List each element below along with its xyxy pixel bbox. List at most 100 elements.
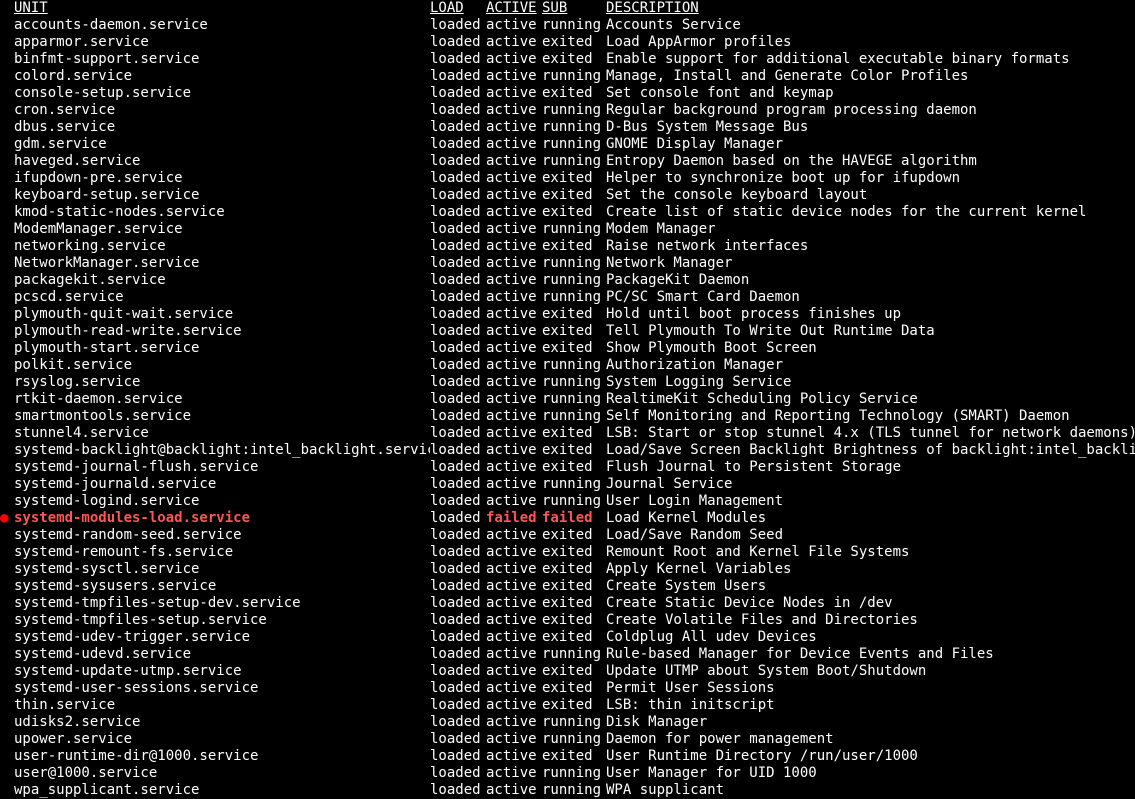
sub-state: exited bbox=[542, 629, 606, 646]
unit-name: console-setup.service bbox=[14, 85, 430, 102]
unit-name: gdm.service bbox=[14, 136, 430, 153]
unit-name: colord.service bbox=[14, 68, 430, 85]
load-state: loaded bbox=[430, 51, 486, 68]
description-text: LSB: thin initscript bbox=[606, 697, 1135, 714]
description-text: Load AppArmor profiles bbox=[606, 34, 1135, 51]
load-state: loaded bbox=[430, 714, 486, 731]
sub-state: failed bbox=[542, 510, 606, 527]
sub-state: exited bbox=[542, 595, 606, 612]
sub-state: exited bbox=[542, 51, 606, 68]
service-row: binfmt-support.serviceloadedactiveexited… bbox=[0, 51, 1135, 68]
service-row: upower.serviceloadedactiverunningDaemon … bbox=[0, 731, 1135, 748]
load-state: loaded bbox=[430, 544, 486, 561]
description-text: Load/Save Random Seed bbox=[606, 527, 1135, 544]
active-state: active bbox=[486, 595, 542, 612]
unit-name: rsyslog.service bbox=[14, 374, 430, 391]
active-state: active bbox=[486, 697, 542, 714]
unit-name: systemd-backlight@backlight:intel_backli… bbox=[14, 442, 430, 459]
description-text: Show Plymouth Boot Screen bbox=[606, 340, 1135, 357]
unit-name: systemd-random-seed.service bbox=[14, 527, 430, 544]
description-text: Rule-based Manager for Device Events and… bbox=[606, 646, 1135, 663]
service-row: NetworkManager.serviceloadedactiverunnin… bbox=[0, 255, 1135, 272]
unit-name: dbus.service bbox=[14, 119, 430, 136]
service-row: polkit.serviceloadedactiverunningAuthori… bbox=[0, 357, 1135, 374]
sub-state: exited bbox=[542, 527, 606, 544]
active-state: active bbox=[486, 374, 542, 391]
unit-name: packagekit.service bbox=[14, 272, 430, 289]
sub-state: exited bbox=[542, 85, 606, 102]
bullet-spacer bbox=[0, 765, 14, 782]
load-state: loaded bbox=[430, 136, 486, 153]
active-state: active bbox=[486, 544, 542, 561]
unit-name: apparmor.service bbox=[14, 34, 430, 51]
service-row: thin.serviceloadedactiveexitedLSB: thin … bbox=[0, 697, 1135, 714]
sub-state: running bbox=[542, 646, 606, 663]
description-text: Modem Manager bbox=[606, 221, 1135, 238]
active-state: active bbox=[486, 221, 542, 238]
load-state: loaded bbox=[430, 442, 486, 459]
load-state: loaded bbox=[430, 595, 486, 612]
description-text: Self Monitoring and Reporting Technology… bbox=[606, 408, 1135, 425]
unit-name: systemd-sysctl.service bbox=[14, 561, 430, 578]
sub-state: exited bbox=[542, 425, 606, 442]
load-state: loaded bbox=[430, 306, 486, 323]
unit-name: ModemManager.service bbox=[14, 221, 430, 238]
bullet-spacer bbox=[0, 714, 14, 731]
systemctl-output[interactable]: UNIT LOAD ACTIVE SUB DESCRIPTION account… bbox=[0, 0, 1135, 799]
load-state: loaded bbox=[430, 663, 486, 680]
sub-state: exited bbox=[542, 544, 606, 561]
unit-name: rtkit-daemon.service bbox=[14, 391, 430, 408]
bullet-spacer bbox=[0, 357, 14, 374]
description-text: Create list of static device nodes for t… bbox=[606, 204, 1135, 221]
service-row: plymouth-quit-wait.serviceloadedactiveex… bbox=[0, 306, 1135, 323]
unit-name: binfmt-support.service bbox=[14, 51, 430, 68]
description-text: Raise network interfaces bbox=[606, 238, 1135, 255]
sub-state: running bbox=[542, 119, 606, 136]
load-state: loaded bbox=[430, 170, 486, 187]
bullet-spacer bbox=[0, 102, 14, 119]
unit-name: networking.service bbox=[14, 238, 430, 255]
service-row: console-setup.serviceloadedactiveexitedS… bbox=[0, 85, 1135, 102]
bullet-spacer bbox=[0, 204, 14, 221]
sub-state: running bbox=[542, 153, 606, 170]
unit-name: systemd-remount-fs.service bbox=[14, 544, 430, 561]
bullet-spacer bbox=[0, 255, 14, 272]
load-state: loaded bbox=[430, 680, 486, 697]
bullet-spacer bbox=[0, 493, 14, 510]
bullet-spacer bbox=[0, 221, 14, 238]
service-row: kmod-static-nodes.serviceloadedactiveexi… bbox=[0, 204, 1135, 221]
active-state: active bbox=[486, 34, 542, 51]
sub-state: running bbox=[542, 765, 606, 782]
bullet-spacer bbox=[0, 527, 14, 544]
description-text: LSB: Start or stop stunnel 4.x (TLS tunn… bbox=[606, 425, 1135, 442]
service-row: packagekit.serviceloadedactiverunningPac… bbox=[0, 272, 1135, 289]
description-text: Helper to synchronize boot up for ifupdo… bbox=[606, 170, 1135, 187]
unit-name: accounts-daemon.service bbox=[14, 17, 430, 34]
description-text: Tell Plymouth To Write Out Runtime Data bbox=[606, 323, 1135, 340]
service-row: networking.serviceloadedactiveexitedRais… bbox=[0, 238, 1135, 255]
sub-state: exited bbox=[542, 34, 606, 51]
service-row: systemd-tmpfiles-setup-dev.serviceloaded… bbox=[0, 595, 1135, 612]
unit-name: systemd-user-sessions.service bbox=[14, 680, 430, 697]
bullet-spacer bbox=[0, 272, 14, 289]
description-text: Journal Service bbox=[606, 476, 1135, 493]
description-text: Set console font and keymap bbox=[606, 85, 1135, 102]
load-state: loaded bbox=[430, 187, 486, 204]
unit-name: plymouth-read-write.service bbox=[14, 323, 430, 340]
load-state: loaded bbox=[430, 153, 486, 170]
active-state: active bbox=[486, 255, 542, 272]
service-row: user-runtime-dir@1000.serviceloadedactiv… bbox=[0, 748, 1135, 765]
description-text: Daemon for power management bbox=[606, 731, 1135, 748]
load-state: loaded bbox=[430, 765, 486, 782]
unit-name: polkit.service bbox=[14, 357, 430, 374]
active-state: active bbox=[486, 340, 542, 357]
failed-bullet-icon: ● bbox=[0, 510, 14, 527]
service-row: systemd-random-seed.serviceloadedactivee… bbox=[0, 527, 1135, 544]
load-state: loaded bbox=[430, 34, 486, 51]
description-text: Set the console keyboard layout bbox=[606, 187, 1135, 204]
active-state: active bbox=[486, 272, 542, 289]
sub-state: exited bbox=[542, 306, 606, 323]
unit-name: keyboard-setup.service bbox=[14, 187, 430, 204]
bullet-spacer bbox=[0, 680, 14, 697]
active-state: active bbox=[486, 119, 542, 136]
